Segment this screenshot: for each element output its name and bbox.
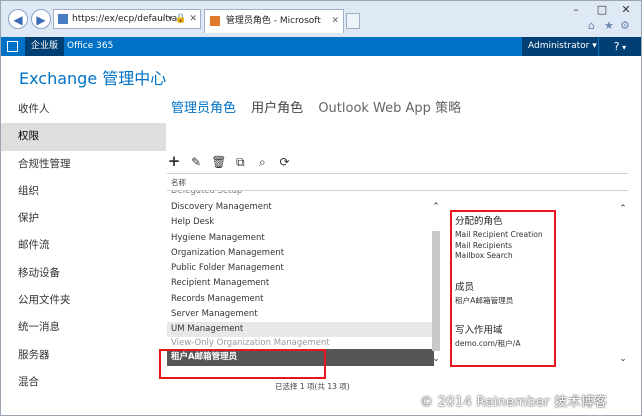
sub-tabs: 管理员角色 用户角色 Outlook Web App 策略 xyxy=(171,97,472,116)
minimize-icon[interactable]: – xyxy=(567,3,585,16)
nav-item-protection[interactable]: 保护 xyxy=(1,205,166,232)
app-title: Exchange 管理中心 xyxy=(19,69,167,88)
office-logo-icon[interactable] xyxy=(7,41,18,52)
browser-chrome: ◀ ▶ https://ex/ecp/default.a ⌕ ▾ 🔒 ✕ 管理员… xyxy=(1,1,641,48)
list-item[interactable]: Delegated Setup xyxy=(167,191,434,200)
assigned-role-item: Mail Recipient Creation xyxy=(455,230,543,239)
browser-tab[interactable]: 管理员角色 - Microsoft Ex... ✕ xyxy=(204,9,344,48)
refresh-icon[interactable]: ⟳ xyxy=(277,155,291,169)
address-tools-icon[interactable]: ⌕ ▾ 🔒 ✕ xyxy=(160,10,197,28)
column-header-name[interactable]: 名称 xyxy=(167,173,434,191)
toolbar: + ✎ 🗑 ⧉ ⌕ ⟳ xyxy=(167,151,294,170)
chevron-down-icon[interactable]: ⌄ xyxy=(430,353,442,365)
list-item[interactable]: Organization Management xyxy=(167,246,434,261)
assigned-role-item: Mail Recipients xyxy=(455,240,513,250)
close-tab-icon[interactable]: ✕ xyxy=(331,10,339,32)
scroll-thumb[interactable] xyxy=(432,231,440,351)
search-icon[interactable]: ⌕ xyxy=(255,155,269,169)
list-scrollbar[interactable]: ⌃ ⌄ xyxy=(430,193,442,369)
details-pane: 分配的角色 Mail Recipient Creation Mail Recip… xyxy=(455,213,555,350)
close-window-icon[interactable]: ✕ xyxy=(617,3,635,16)
chevron-up-icon[interactable]: ⌃ xyxy=(617,203,629,215)
enterprise-link[interactable]: 企业版 xyxy=(25,37,65,56)
chevron-down-icon[interactable]: ⌄ xyxy=(617,353,629,365)
favorites-star-icon[interactable]: ★ xyxy=(604,19,614,32)
help-menu[interactable]: ? ▾ xyxy=(599,37,641,56)
selection-status: 已选择 1 项(共 13 项) xyxy=(275,382,350,391)
tab-user-roles[interactable]: 用户角色 xyxy=(251,97,303,116)
nav-item-hybrid[interactable]: 混合 xyxy=(1,369,166,396)
tab-admin-roles[interactable]: 管理员角色 xyxy=(171,97,236,116)
list-item[interactable]: Hygiene Management xyxy=(167,231,434,246)
delete-icon[interactable]: 🗑 xyxy=(211,155,226,169)
watermark: © 2014 Reinember 技术博客 xyxy=(420,395,608,410)
forward-arrow-icon[interactable]: ▶ xyxy=(31,9,51,29)
nav-item-organization[interactable]: 组织 xyxy=(1,178,166,205)
highlight-box-selected-role xyxy=(159,349,326,379)
details-scrollbar[interactable]: ⌃ ⌄ xyxy=(617,203,629,367)
o365-header: 企业版 Office 365 Administrator ▾ ? ▾ xyxy=(1,37,641,56)
list-item[interactable]: Records Management xyxy=(167,292,434,307)
nav-item-servers[interactable]: 服务器 xyxy=(1,342,166,369)
list-item[interactable]: View-Only Organization Management xyxy=(167,337,434,349)
assigned-roles-heading: 分配的角色 xyxy=(455,216,503,227)
members-heading: 成员 xyxy=(455,281,475,293)
nav-item-public-folders[interactable]: 公用文件夹 xyxy=(1,287,166,314)
nav-item-permissions[interactable]: 权限 xyxy=(1,123,166,151)
office365-link[interactable]: Office 365 xyxy=(67,37,113,56)
list-item[interactable]: Help Desk xyxy=(167,215,434,230)
list-item[interactable]: Public Folder Management xyxy=(167,261,434,276)
admin-menu[interactable]: Administrator ▾ xyxy=(522,37,598,56)
admin-label: Administrator xyxy=(528,41,590,51)
nav-item-recipients[interactable]: 收件人 xyxy=(1,96,166,123)
members-value: 租户A邮箱管理员 xyxy=(455,295,514,305)
maximize-icon[interactable]: □ xyxy=(593,3,611,16)
address-bar[interactable]: https://ex/ecp/default.a ⌕ ▾ 🔒 ✕ xyxy=(53,9,201,29)
list-item[interactable]: UM Management xyxy=(167,322,434,338)
assigned-role-item: Mailbox Search xyxy=(455,251,513,261)
nav-item-compliance[interactable]: 合规性管理 xyxy=(1,151,166,178)
home-icon[interactable]: ⌂ xyxy=(588,19,595,32)
copy-icon[interactable]: ⧉ xyxy=(233,155,247,169)
new-tab-button[interactable] xyxy=(346,13,360,29)
write-scope-value: demo.com/租户/A xyxy=(455,339,521,349)
list-item[interactable]: Server Management xyxy=(167,307,434,322)
tab-owa-policies[interactable]: Outlook Web App 策略 xyxy=(318,97,461,116)
write-scope-heading: 写入作用域 xyxy=(455,325,503,337)
role-list: Delegated Setup Discovery Management Hel… xyxy=(167,191,434,369)
chevron-down-icon: ▾ xyxy=(619,43,627,52)
list-item[interactable]: Discovery Management xyxy=(167,200,434,215)
add-icon[interactable]: + xyxy=(167,154,181,169)
details-header-area xyxy=(434,173,628,191)
left-nav: 收件人 权限 合规性管理 组织 保护 邮件流 移动设备 公用文件夹 统一消息 服… xyxy=(1,96,166,396)
exchange-favicon-icon xyxy=(210,16,220,26)
settings-gear-icon[interactable]: ⚙ xyxy=(620,19,630,32)
page-icon xyxy=(58,14,68,24)
nav-item-mail-flow[interactable]: 邮件流 xyxy=(1,232,166,259)
chevron-down-icon: ▾ xyxy=(592,41,597,51)
edit-icon[interactable]: ✎ xyxy=(189,155,203,169)
list-item[interactable]: Recipient Management xyxy=(167,276,434,291)
nav-item-unified-messaging[interactable]: 统一消息 xyxy=(1,314,166,341)
back-arrow-icon[interactable]: ◀ xyxy=(8,9,28,29)
nav-item-mobile[interactable]: 移动设备 xyxy=(1,260,166,287)
chevron-up-icon[interactable]: ⌃ xyxy=(430,201,442,213)
